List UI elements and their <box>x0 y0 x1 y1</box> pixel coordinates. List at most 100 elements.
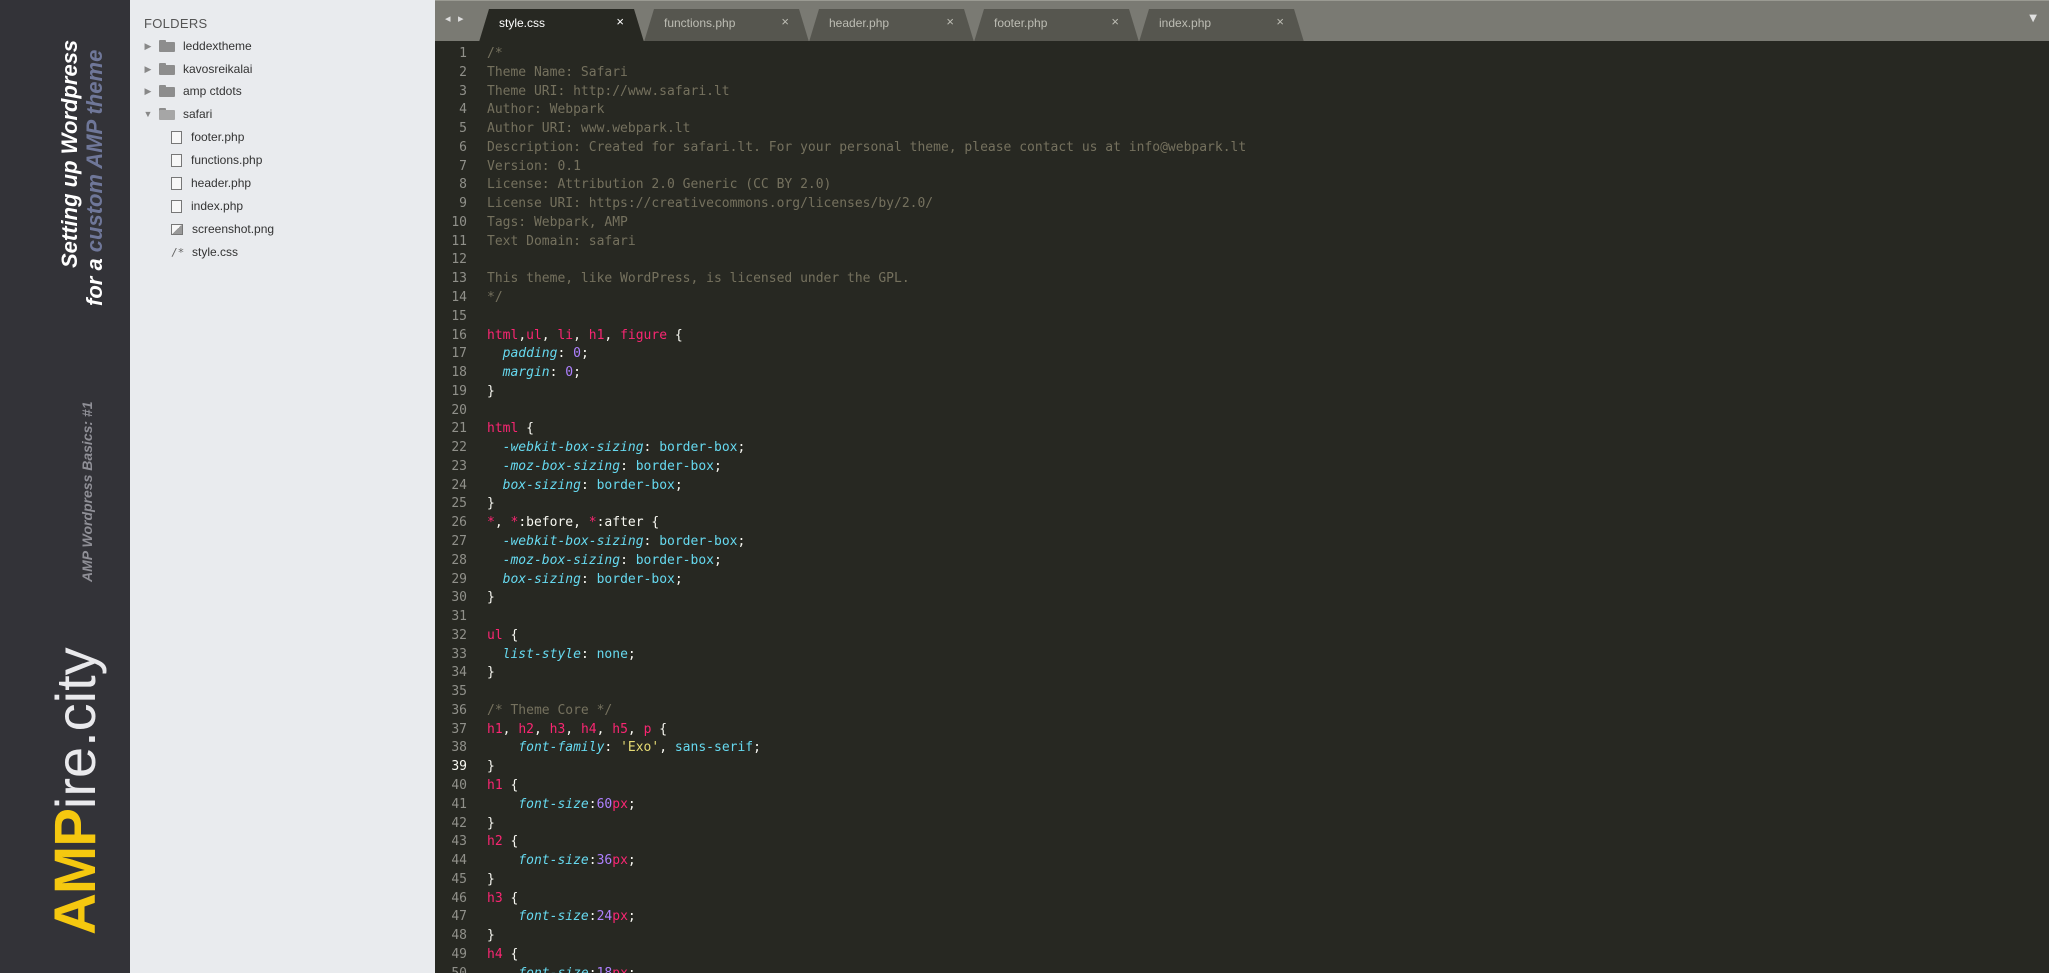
code-line[interactable]: } <box>487 816 495 831</box>
close-icon[interactable]: × <box>946 14 954 29</box>
code-line[interactable]: box-sizing: border-box; <box>487 478 683 493</box>
code-token: { <box>502 946 519 962</box>
code-token: : <box>620 458 636 474</box>
tab-header-php[interactable]: header.php × <box>809 9 974 42</box>
code-token: , <box>596 721 613 737</box>
code-line[interactable]: box-sizing: border-box; <box>487 572 683 587</box>
file-item-screenshot-png[interactable]: screenshot.png <box>171 219 274 239</box>
code-line[interactable]: h2 { <box>487 834 518 849</box>
file-item-footer-php[interactable]: footer.php <box>171 127 244 147</box>
file-item-functions-php[interactable]: functions.php <box>171 150 262 170</box>
code-line[interactable]: -moz-box-sizing: border-box; <box>487 459 722 474</box>
code-token: ; <box>627 796 636 812</box>
code-token: License: Attribution 2.0 Generic (CC BY … <box>487 177 832 193</box>
code-line[interactable]: h4 { <box>487 947 518 962</box>
code-line[interactable]: ul { <box>487 628 518 643</box>
code-line[interactable]: font-size:24px; <box>487 909 635 925</box>
code-line[interactable]: } <box>487 384 495 399</box>
code-token: 18 <box>597 966 613 973</box>
code-token: , <box>565 721 581 737</box>
code-line[interactable]: /* <box>487 46 503 61</box>
line-number: 31 <box>451 609 467 625</box>
expand-arrow-icon[interactable]: ▶ <box>143 41 153 52</box>
code-line[interactable]: -moz-box-sizing: border-box; <box>487 553 722 568</box>
code-line[interactable]: -webkit-box-sizing: border-box; <box>487 440 746 455</box>
brand-panel: Setting up Wordpress for a custom AMP th… <box>0 0 130 973</box>
code-line[interactable]: */ <box>487 290 503 305</box>
tab-nav-arrows-icon[interactable]: ◂ ▸ <box>445 12 466 25</box>
code-line[interactable]: Tags: Webpark, AMP <box>487 215 628 230</box>
code-line[interactable]: font-size:18px; <box>487 966 635 973</box>
code-token: font-size <box>518 966 588 973</box>
line-number: 1 <box>459 46 467 61</box>
file-label: index.php <box>191 199 244 213</box>
tab-functions-php[interactable]: functions.php × <box>644 9 809 42</box>
code-token: font-family <box>518 740 605 756</box>
code-line[interactable]: font-size:36px; <box>487 853 636 869</box>
tab-label: style.css <box>499 16 546 30</box>
code-token: , <box>627 721 644 737</box>
code-line[interactable]: h1, h2, h3, h4, h5, p { <box>487 722 667 737</box>
code-line[interactable]: License: Attribution 2.0 Generic (CC BY … <box>487 177 831 192</box>
code-line[interactable]: h3 { <box>487 891 518 906</box>
code-line[interactable]: } <box>487 759 495 774</box>
code-line[interactable]: License URI: https://creativecommons.org… <box>487 196 933 211</box>
code-line[interactable]: Author URI: www.webpark.lt <box>487 121 691 136</box>
code-line[interactable]: h1 { <box>487 778 518 793</box>
code-line[interactable]: Description: Created for safari.lt. For … <box>487 140 1246 155</box>
code-line[interactable]: margin: 0; <box>487 365 581 380</box>
line-number: 7 <box>459 158 467 174</box>
file-item-header-php[interactable]: header.php <box>171 173 251 193</box>
expand-arrow-icon[interactable]: ▶ <box>143 86 153 97</box>
code-line[interactable]: -webkit-box-sizing: border-box; <box>487 534 746 550</box>
code-line[interactable]: list-style: none; <box>487 647 636 662</box>
file-label: functions.php <box>191 153 263 167</box>
code-line[interactable]: } <box>487 665 495 680</box>
file-item-index-php[interactable]: index.php <box>171 196 243 216</box>
code-line[interactable]: Theme Name: Safari <box>487 65 628 80</box>
code-line[interactable]: padding: 0; <box>487 346 589 361</box>
code-line[interactable]: html,ul, li, h1, figure { <box>487 328 683 343</box>
code-line[interactable]: Author: Webpark <box>487 102 604 117</box>
tab-dropdown-icon[interactable]: ▼ <box>2029 13 2037 24</box>
close-icon[interactable]: × <box>1276 14 1284 29</box>
folder-item-safari[interactable]: ▼ safari <box>143 104 213 124</box>
code-line[interactable]: font-size:60px; <box>487 796 636 812</box>
code-editor[interactable]: 1 2 3 4 5 6 7 8 9 10 11 12 13 14 15 16 17 18 19 20 21 22 23 24 2… <box>435 41 2049 973</box>
code-token: ; <box>737 534 746 550</box>
line-number: 8 <box>459 177 467 193</box>
code-line[interactable]: Text Domain: safari <box>487 234 636 249</box>
code-token: ; <box>627 853 636 869</box>
code-token: border-box <box>596 477 675 493</box>
code-token: border-box <box>659 534 738 550</box>
code-line[interactable]: } <box>487 872 495 887</box>
folder-item-amp-ctdots[interactable]: ▶ amp ctdots <box>143 81 242 101</box>
expand-arrow-icon[interactable]: ▶ <box>143 64 153 75</box>
code-line[interactable]: html { <box>487 421 534 436</box>
line-number: 11 <box>451 233 467 249</box>
close-icon[interactable]: × <box>781 14 789 29</box>
code-token: font-size <box>518 909 589 925</box>
code-line[interactable]: font-family: 'Exo', sans-serif; <box>487 740 761 755</box>
folder-item-kavosreikalai[interactable]: ▶ kavosreikalai <box>143 59 253 79</box>
code-line[interactable]: /* Theme Core */ <box>487 703 612 718</box>
code-line[interactable]: } <box>487 496 495 511</box>
tab-footer-php[interactable]: footer.php × <box>974 9 1139 42</box>
folder-item-leddextheme[interactable]: ▶ leddextheme <box>143 36 252 56</box>
code-line[interactable]: *, *:before, *:after { <box>487 515 659 530</box>
code-line[interactable]: Version: 0.1 <box>487 159 581 174</box>
collapse-arrow-icon[interactable]: ▼ <box>143 109 153 119</box>
code-line[interactable]: This theme, like WordPress, is licensed … <box>487 271 910 286</box>
close-icon[interactable]: × <box>616 14 624 29</box>
code-line[interactable]: } <box>487 590 495 605</box>
tab-index-php[interactable]: index.php × <box>1139 9 1304 42</box>
tab-style-css[interactable]: style.css × <box>479 9 644 42</box>
line-number: 48 <box>451 928 467 944</box>
code-line[interactable]: } <box>487 928 495 943</box>
file-item-style-css[interactable]: /* style.css <box>171 242 238 262</box>
code-token: Theme Name: Safari <box>487 64 628 80</box>
code-line[interactable]: Theme URI: http://www.safari.lt <box>487 84 730 99</box>
line-number: 37 <box>451 721 467 737</box>
close-icon[interactable]: × <box>1111 14 1119 29</box>
